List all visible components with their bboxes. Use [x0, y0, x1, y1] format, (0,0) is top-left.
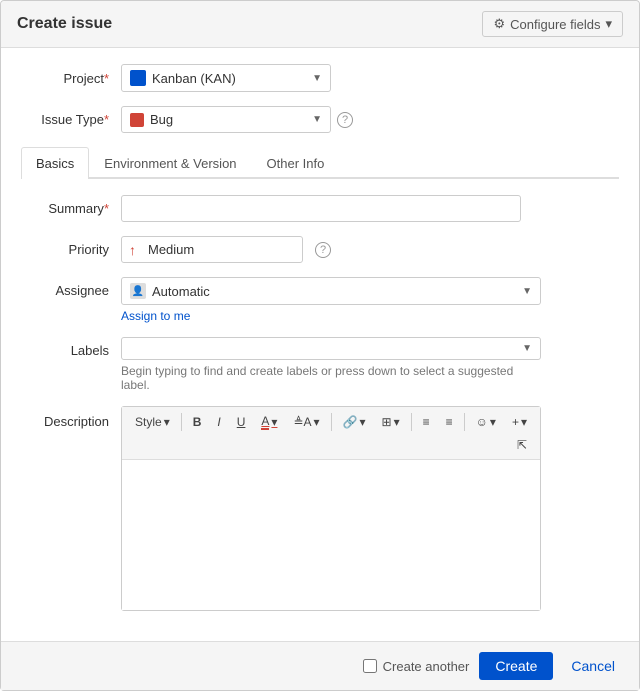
assignee-select[interactable]: 👤 Automatic ▼ [121, 277, 541, 305]
more-chevron-icon: ▾ [521, 415, 527, 429]
issue-type-label: Issue Type* [21, 112, 121, 127]
more-button[interactable]: + ▾ [505, 412, 534, 432]
bug-icon [130, 113, 144, 127]
bullet-list-button[interactable]: ≡ [416, 412, 437, 432]
assignee-chevron-icon: ▼ [522, 286, 532, 297]
dialog-body: Project* Kanban (KAN) ▼ Issue Type* Bug … [1, 48, 639, 641]
description-row: Description Style ▾ B I U A [21, 406, 619, 611]
summary-input[interactable] [121, 195, 521, 222]
tab-environment[interactable]: Environment & Version [89, 147, 251, 179]
emoji-button[interactable]: ☺ ▾ [469, 412, 503, 432]
description-editor[interactable] [122, 460, 540, 610]
tabs-container: Basics Environment & Version Other Info [21, 147, 619, 179]
link-chevron-icon: ▾ [360, 415, 366, 429]
project-control: Kanban (KAN) ▼ [121, 64, 541, 92]
issue-type-select[interactable]: Bug ▼ [121, 106, 331, 133]
issue-type-chevron-icon: ▼ [312, 114, 322, 125]
issue-type-help-icon[interactable]: ? [337, 112, 353, 128]
toolbar-separator-3 [411, 413, 412, 431]
assignee-control: 👤 Automatic ▼ Assign to me [121, 277, 541, 323]
priority-select-wrapper: ↑ Highest High Medium Low Lowest [121, 236, 303, 263]
description-label: Description [21, 406, 121, 429]
create-another-label[interactable]: Create another [363, 659, 470, 674]
priority-control: ↑ Highest High Medium Low Lowest ? [121, 236, 331, 263]
project-chevron-icon: ▼ [312, 73, 322, 84]
dialog-title: Create issue [17, 15, 112, 33]
project-select[interactable]: Kanban (KAN) ▼ [121, 64, 331, 92]
assignee-icon: 👤 [130, 283, 146, 299]
insert-chevron-icon: ▾ [394, 415, 400, 429]
font-color-chevron-icon: ▾ [271, 415, 277, 429]
dialog-header: Create issue ⚙ Configure fields ▾ [1, 1, 639, 48]
project-row: Project* Kanban (KAN) ▼ [21, 64, 619, 92]
configure-fields-button[interactable]: ⚙ Configure fields ▾ [482, 11, 623, 37]
link-button[interactable]: 🔗 ▾ [336, 412, 373, 432]
editor-toolbar: Style ▾ B I U A ▾ ≜A ▾ [122, 407, 540, 460]
priority-help-icon[interactable]: ? [315, 242, 331, 258]
editor-container: Style ▾ B I U A ▾ ≜A ▾ [121, 406, 541, 611]
tab-other-info[interactable]: Other Info [252, 147, 340, 179]
font-size-chevron-icon: ▾ [314, 415, 320, 429]
create-another-checkbox[interactable] [363, 659, 377, 673]
insert-button[interactable]: ⊞ ▾ [375, 412, 407, 432]
configure-fields-label: Configure fields [510, 17, 600, 32]
cancel-button[interactable]: Cancel [563, 652, 623, 680]
labels-hint: Begin typing to find and create labels o… [121, 364, 541, 392]
project-value: Kanban (KAN) [152, 71, 306, 86]
create-issue-dialog: Create issue ⚙ Configure fields ▾ Projec… [0, 0, 640, 691]
labels-select[interactable]: ▼ [121, 337, 541, 360]
priority-label: Priority [21, 242, 121, 257]
emoji-chevron-icon: ▾ [490, 415, 496, 429]
toolbar-separator-1 [181, 413, 182, 431]
font-color-button[interactable]: A ▾ [254, 411, 284, 433]
labels-chevron-icon: ▼ [522, 343, 532, 354]
description-control: Style ▾ B I U A ▾ ≜A ▾ [121, 406, 541, 611]
italic-button[interactable]: I [210, 412, 227, 432]
font-size-button[interactable]: ≜A ▾ [286, 412, 326, 432]
project-icon [130, 70, 146, 86]
labels-label: Labels [21, 337, 121, 358]
toolbar-separator-2 [331, 413, 332, 431]
create-another-text: Create another [383, 659, 470, 674]
issue-type-control: Bug ▼ ? [121, 106, 541, 133]
chevron-down-icon: ▾ [605, 16, 612, 32]
assignee-label: Assignee [21, 277, 121, 298]
assignee-row: Assignee 👤 Automatic ▼ Assign to me [21, 277, 619, 323]
create-button[interactable]: Create [479, 652, 553, 680]
bold-button[interactable]: B [186, 412, 209, 432]
priority-select[interactable]: Highest High Medium Low Lowest [121, 236, 303, 263]
summary-label: Summary* [21, 201, 121, 216]
priority-row: Priority ↑ Highest High Medium Low Lowes… [21, 236, 619, 263]
style-chevron-icon: ▾ [164, 415, 170, 429]
expand-button[interactable]: ⇱ [510, 435, 534, 455]
issue-type-value: Bug [150, 112, 306, 127]
underline-button[interactable]: U [230, 412, 253, 432]
summary-control [121, 195, 541, 222]
gear-icon: ⚙ [493, 16, 505, 32]
tab-basics[interactable]: Basics [21, 147, 89, 179]
project-label: Project* [21, 71, 121, 86]
toolbar-separator-4 [464, 413, 465, 431]
summary-row: Summary* [21, 195, 619, 222]
dialog-footer: Create another Create Cancel [1, 641, 639, 690]
assign-to-me-link[interactable]: Assign to me [121, 309, 541, 323]
assignee-value: Automatic [152, 284, 516, 299]
style-button[interactable]: Style ▾ [128, 412, 177, 432]
issue-type-row: Issue Type* Bug ▼ ? [21, 106, 619, 133]
labels-control: ▼ Begin typing to find and create labels… [121, 337, 541, 392]
number-list-button[interactable]: ≡ [439, 412, 460, 432]
labels-row: Labels ▼ Begin typing to find and create… [21, 337, 619, 392]
